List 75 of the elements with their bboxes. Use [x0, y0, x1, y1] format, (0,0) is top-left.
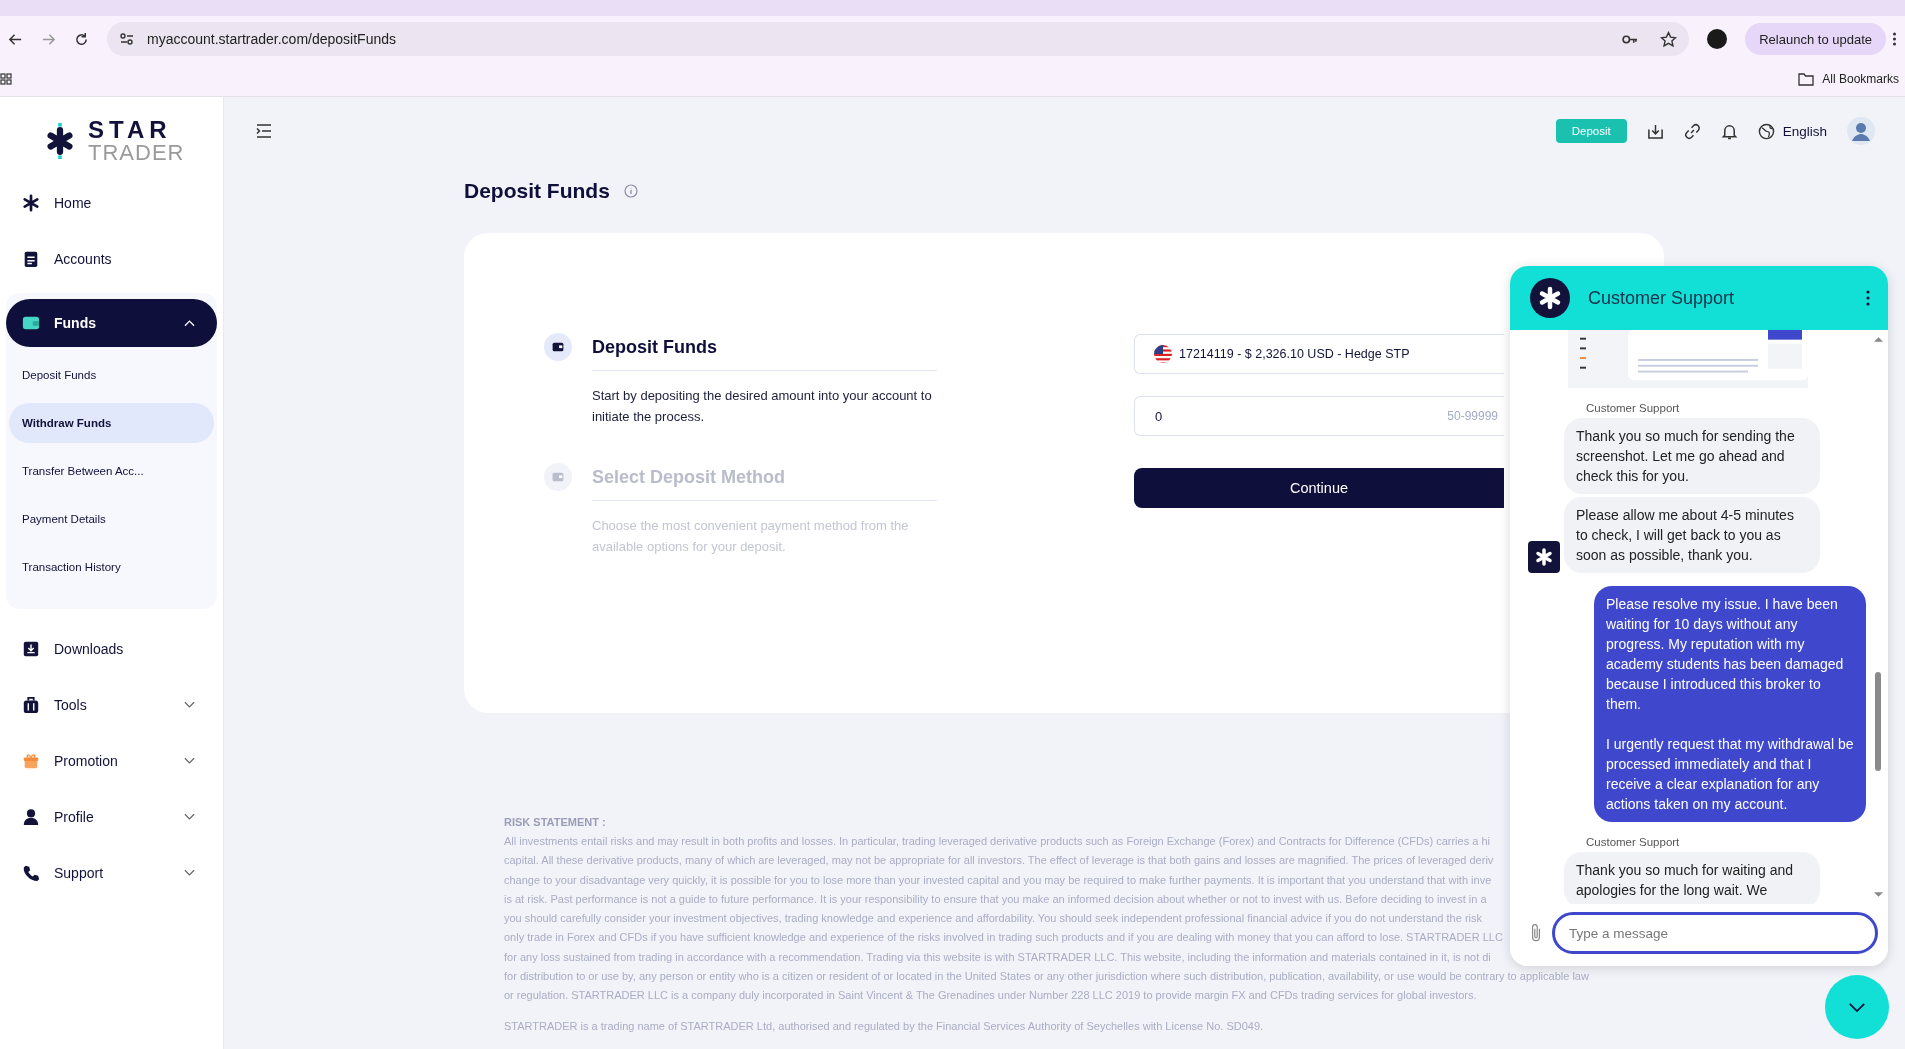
- logo-text: STAR: [88, 118, 173, 142]
- logo-icon: [1530, 278, 1570, 318]
- person-icon: [22, 808, 40, 826]
- scroll-up-icon[interactable]: [1873, 336, 1883, 342]
- agent-message: Thank you so much for sending the screenshot. Let me go ahead and check this for you.: [1564, 418, 1820, 494]
- page-title: Deposit Funds: [464, 179, 610, 203]
- risk-statement-line: for any loss sustained from trading in accordance with a recommendation. Trading via this website is with STARTRADER LLC. This website, including the information and materials contained in it, is not di: [504, 949, 1491, 965]
- download-icon[interactable]: [1646, 122, 1664, 140]
- sidebar-item[interactable]: Downloads: [6, 621, 217, 677]
- bell-icon[interactable]: [1720, 122, 1738, 140]
- risk-heading: RISK STATEMENT :: [504, 815, 606, 830]
- submenu-item[interactable]: Transfer Between Acc...: [9, 451, 214, 491]
- all-bookmarks-button[interactable]: All Bookmarks: [1798, 72, 1899, 86]
- risk-statement-line: you should carefully consider your investment objectives, trading knowledge and experience and affordability. You should seek independent professional financial advice if you do not understand the risk: [504, 911, 1482, 927]
- chat-title: Customer Support: [1588, 287, 1736, 309]
- step-title: Deposit Funds: [592, 333, 937, 371]
- logo-subtext: TRADER: [88, 142, 185, 164]
- risk-statement-line: or regulation. STARTRADER LLC is a company duly incorporated in Saint Vincent & The Grenadines under Number 228 LLC 2019 to provide margin FX and CFDs trading services for global investors.: [504, 988, 1477, 1004]
- link-icon[interactable]: [1683, 122, 1701, 140]
- agent-message: Thank you so much for waiting and apologies for the long wait. We: [1564, 852, 1820, 904]
- continue-button[interactable]: Continue: [1134, 468, 1504, 508]
- reload-icon[interactable]: [74, 31, 89, 47]
- risk-statement-line: only trade in Forex and CFDs if you have sufficient knowledge and experience of the risks involved in trading such products and if you are dealing with money that you can afford to lose. STARTRADER LLC: [504, 930, 1503, 946]
- star-icon[interactable]: [1660, 30, 1678, 48]
- more-icon[interactable]: [1866, 290, 1870, 306]
- globe-icon: [1757, 122, 1775, 140]
- download-icon: [22, 640, 40, 658]
- sidebar-item[interactable]: Accounts: [6, 231, 217, 287]
- step-title: Select Deposit Method: [592, 463, 937, 501]
- relaunch-button[interactable]: Relaunch to update: [1745, 23, 1886, 55]
- sidebar-item[interactable]: Support: [6, 845, 217, 901]
- message-input[interactable]: Type a message: [1552, 912, 1878, 954]
- wallet-icon: [22, 314, 40, 332]
- account-select[interactable]: 17214119 - $ 2,326.10 USD - Hedge STP: [1134, 334, 1504, 374]
- apps-icon[interactable]: [0, 73, 12, 85]
- url-text: myaccount.startrader.com/depositFunds: [147, 31, 397, 47]
- address-bar[interactable]: myaccount.startrader.com/depositFunds: [107, 22, 1690, 56]
- clipboard-icon: [22, 250, 40, 268]
- sidebar-item[interactable]: Profile: [6, 789, 217, 845]
- amount-field[interactable]: 0 50-99999: [1134, 396, 1504, 436]
- more-icon[interactable]: [1892, 31, 1897, 47]
- site-settings-icon[interactable]: [119, 31, 135, 47]
- submenu-item[interactable]: Transaction History: [9, 547, 214, 587]
- risk-statement-line: for distribution to or use by, any person or entity who is a citizen or resident of or located in the United States or any other jurisdiction where such distribution, publication, availability, or use would be contrary to applicable law: [504, 969, 1589, 985]
- sender-name: Customer Support: [1586, 836, 1681, 848]
- suitcase-icon: [22, 696, 40, 714]
- folder-icon: [1798, 72, 1815, 86]
- user-message: Please resolve my issue. I have been waiting for 10 days without any progress. My reputation with my academy students has been damaged because I introduced this broker to them. I urgently request that my withdrawal be processed immediately and that I receive a clear explanation for any actions taken on my account.: [1594, 586, 1866, 822]
- step-description: Choose the most convenient payment method from the available options for your deposit.: [592, 517, 910, 556]
- language-selector[interactable]: English: [1757, 122, 1827, 140]
- step-description: Start by depositing the desired amount into your account to initiate the process.: [592, 387, 933, 426]
- phone-icon: [22, 864, 40, 882]
- submenu-item[interactable]: Payment Details: [9, 499, 214, 539]
- sidebar-item[interactable]: Home: [6, 175, 217, 231]
- license-note: STARTRADER is a trading name of STARTRADER Ltd, authorised and regulated by the Financial Services Authority of Seychelles with License No. SD049.: [504, 1019, 1264, 1032]
- sidebar-item[interactable]: Promotion: [6, 733, 217, 789]
- risk-statement-line: is at risk. Past performance is not a guide to future performance. It is your responsibility to ensure that you make an informed decision about whether or not to invest with us. Before deciding to invest in a: [504, 891, 1487, 907]
- agent-message: Please allow me about 4-5 minutes to check, I will get back to you as soon as possible, thank you.: [1564, 497, 1820, 573]
- submenu-item[interactable]: Deposit Funds: [9, 355, 214, 395]
- sidebar-item[interactable]: Tools: [6, 677, 217, 733]
- risk-statement-line: capital. All these derivative products, many of which are leveraged, may not be appropriate for all investors. The effect of leverage is that both gains and losses are magnified. The prices of leveraged deriv: [504, 853, 1494, 869]
- info-icon[interactable]: [623, 184, 638, 198]
- menu-collapse-icon[interactable]: [256, 124, 272, 138]
- star-icon: [22, 194, 40, 212]
- profile-avatar[interactable]: [1707, 29, 1728, 49]
- scroll-down-icon[interactable]: [1873, 892, 1883, 898]
- risk-statement-line: change to your disadvantage very quickly, it is possible for you to lose more than your invested capital and you may be required to make further payments. It is important that you understand that with inve: [504, 872, 1492, 888]
- sidebar-item[interactable]: Funds: [6, 299, 217, 347]
- chevron-icon: [1848, 1001, 1866, 1013]
- submenu-item[interactable]: Withdraw Funds: [9, 403, 214, 443]
- risk-statement-line: All investments entail risks and may result in both profits and losses. In particular, trading leveraged derivative products such as Foreign Exchange (Forex) and Contracts for Difference (CFDs) carries a hi: [504, 834, 1490, 849]
- range-hint: 50-99999: [1447, 409, 1498, 423]
- avatar-icon[interactable]: [1847, 117, 1875, 145]
- sender-name: Customer Support: [1586, 402, 1681, 414]
- gift-icon: [22, 752, 40, 770]
